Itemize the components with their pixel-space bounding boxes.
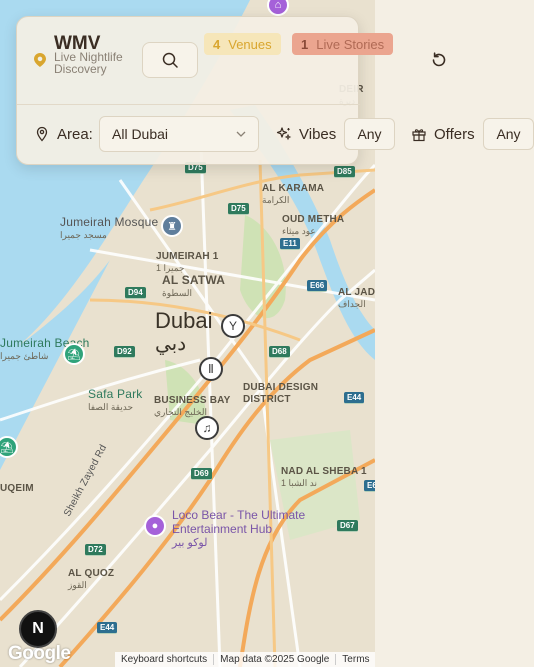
location-pin-icon: [34, 53, 46, 70]
offers-label: Offers: [434, 125, 475, 143]
road-shield: D94: [125, 287, 146, 299]
poi-label: Loco Bear - The Ultimate Entertainment H…: [172, 508, 306, 549]
map-area-label: OUD METHA عود ميثاء: [282, 214, 345, 236]
venue-pin-dining-icon[interactable]: Ⅱ: [199, 357, 223, 381]
map-data-text: Map data ©2025 Google: [213, 654, 335, 665]
map-attribution: Keyboard shortcuts Map data ©2025 Google…: [115, 652, 375, 667]
chevron-down-icon: [236, 131, 246, 137]
vibes-label: Vibes: [299, 125, 337, 143]
venue-pin-music-icon[interactable]: ♫: [195, 416, 219, 440]
area-label: Area:: [57, 125, 93, 143]
map-poi-label: Safa Park حديقة الصفا: [88, 387, 143, 412]
entertainment-poi-icon[interactable]: ●: [144, 515, 166, 537]
panel-divider: [17, 104, 360, 105]
map-area-label: UQEIM: [0, 483, 34, 494]
sparkles-icon: [276, 127, 292, 141]
terms-link[interactable]: Terms: [335, 654, 375, 665]
mosque-poi-icon[interactable]: ♜: [161, 215, 183, 237]
map-area-label: DUBAI DESIGN DISTRICT: [243, 382, 319, 405]
area-filter: Area:: [34, 117, 93, 151]
road-shield: E44: [344, 392, 365, 404]
map-city-label: Dubai دبي: [155, 308, 213, 356]
road-shield: D75: [228, 203, 249, 215]
refresh-icon: [432, 52, 446, 67]
beach-poi-icon[interactable]: ⛱: [63, 343, 85, 365]
venues-count-badge: 4 Venues: [204, 33, 281, 55]
vibes-select[interactable]: Any: [344, 118, 395, 150]
search-button[interactable]: [142, 42, 198, 78]
road-shield: D69: [191, 468, 212, 480]
map-area-label: AL SATWA السطوة: [162, 273, 226, 298]
road-shield: E44: [97, 622, 118, 634]
map-area-label: BUSINESS BAY الخليج التجاري: [154, 395, 231, 417]
map-area-label: AL JADDالجداف: [338, 287, 375, 309]
area-select-value: All Dubai: [112, 126, 169, 142]
road-shield: D85: [334, 166, 355, 178]
map-area-label: AL KARAMA الكرامة: [262, 183, 325, 205]
live-stories-badge[interactable]: 1 Live Stories: [292, 33, 394, 55]
vibes-filter: Vibes: [276, 117, 336, 151]
venue-pin-cocktail-icon[interactable]: Y: [221, 314, 245, 338]
refresh-button[interactable]: [430, 51, 448, 69]
area-select[interactable]: All Dubai: [99, 116, 259, 152]
search-icon: [162, 52, 178, 68]
offers-select[interactable]: Any: [483, 118, 534, 150]
road-shield: E11: [280, 238, 300, 250]
map-area-label: JUMEIRAH 1 جميرا 1: [156, 251, 219, 273]
offers-filter: Offers: [411, 117, 475, 151]
road-shield: E66: [307, 280, 328, 292]
road-shield: D92: [114, 346, 135, 358]
google-logo: Google: [8, 643, 71, 664]
map-poi-label: Jumeirah Mosque مسجد جميرا: [60, 215, 159, 240]
map-area-label: NAD AL SHEBA 1 ند الشبا 1: [281, 466, 367, 488]
keyboard-shortcuts-link[interactable]: Keyboard shortcuts: [115, 654, 213, 665]
road-shield: D68: [269, 346, 290, 358]
map-pin-icon: [36, 126, 48, 142]
gift-icon: [412, 129, 426, 142]
map-area-label: AL QUOZ القوز: [68, 568, 115, 590]
road-shield: D72: [85, 544, 106, 556]
brand-subtitle: Live Nightlife Discovery: [54, 50, 123, 76]
